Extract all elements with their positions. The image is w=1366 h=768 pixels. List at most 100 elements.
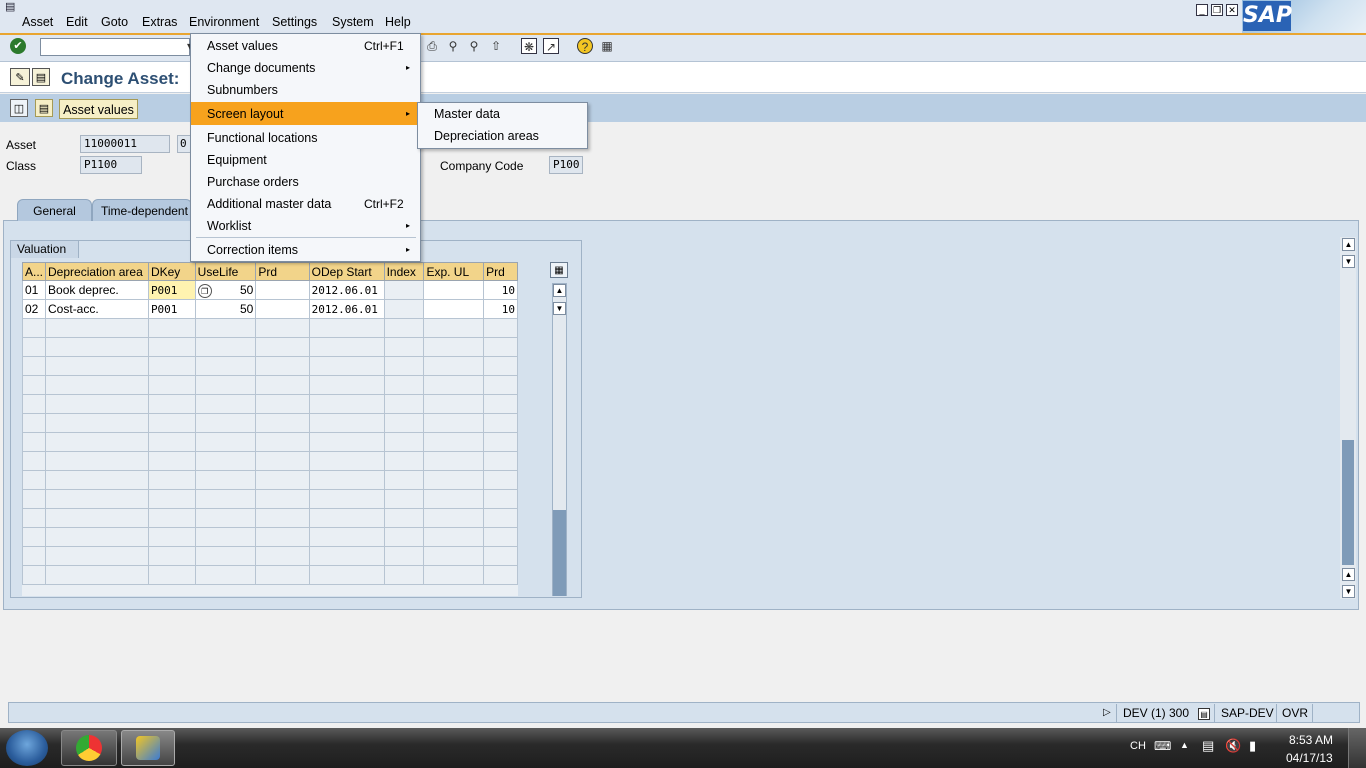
display-change-icon[interactable]: ✎ [10,68,30,86]
index-cell[interactable] [383,299,425,319]
start-button[interactable] [6,730,48,766]
status-expand-icon[interactable]: ▷ [1103,705,1111,721]
menu-item-additional-master-data[interactable]: Additional master data [207,197,331,211]
find-next-icon[interactable]: ⚲ [466,38,482,54]
menu-system[interactable]: System [332,15,374,29]
tab-general[interactable]: General [17,199,92,221]
menu-settings[interactable]: Settings [272,15,317,29]
menu-item-screen-layout[interactable]: Screen layout [207,107,283,121]
scroll-down-icon[interactable]: ▼ [553,302,566,315]
other-asset-icon[interactable]: ◫ [10,99,28,117]
menu-item-change-documents[interactable]: Change documents [207,61,315,75]
system-menu-icon[interactable]: ▤ [5,1,21,13]
screen-scroll-down-icon[interactable]: ▼ [1342,255,1355,268]
column-header[interactable]: ODep Start [308,262,385,281]
find-icon[interactable]: ⚲ [445,38,461,54]
minimize-icon[interactable]: _ [1196,4,1208,16]
taskbar-app-sap[interactable] [121,730,175,766]
menu-environment[interactable]: Environment [189,15,259,29]
period-2-cell[interactable]: 10 [483,280,518,300]
layout-menu-icon[interactable]: ▦ [599,38,615,54]
table-scroll-thumb[interactable] [553,510,566,596]
screen-scroll-thumb[interactable] [1342,440,1354,565]
command-field[interactable] [40,38,190,56]
create-session-icon[interactable]: ❋ [521,38,537,54]
document-icon[interactable]: ▤ [32,68,50,86]
device-icon[interactable]: ▤ [1202,738,1214,754]
tab-time-dependent[interactable]: Time-dependent [92,199,192,221]
period-cell[interactable] [255,280,310,300]
close-icon[interactable]: ✕ [1226,4,1238,16]
asset-subnumber-field[interactable]: 0 [177,135,191,153]
column-header[interactable]: UseLife [194,262,257,281]
menu-extras[interactable]: Extras [142,15,177,29]
menu-goto[interactable]: Goto [101,15,128,29]
uselife-cell[interactable]: 50 [194,299,257,319]
column-header[interactable]: Depreciation area [45,262,149,281]
clock-time[interactable]: 8:53 AM [1289,733,1333,747]
table-row[interactable]: 01 Book deprec. P001 ❐ 50 2012.06.01 10 [22,280,518,300]
show-hidden-icons-icon[interactable]: ▲ [1180,740,1189,750]
column-header[interactable]: Prd [483,262,518,281]
network-icon[interactable]: ▮ [1249,738,1256,754]
empty-cell [147,375,196,395]
master-data-icon[interactable]: ▤ [35,99,53,117]
menu-item-correction-items[interactable]: Correction items [207,243,298,257]
class-field[interactable]: P1100 [80,156,142,174]
print-icon[interactable]: ⎙ [424,38,440,54]
scroll-up-icon[interactable]: ▲ [553,284,566,297]
column-header[interactable]: Prd [255,262,310,281]
restore-icon[interactable]: ❐ [1211,4,1223,16]
empty-cell [255,413,310,433]
dkey-cell[interactable]: P001 [147,299,196,319]
column-header[interactable]: A... [22,262,47,281]
menu-edit[interactable]: Edit [66,15,88,29]
dkey-cell[interactable]: P001 [147,280,196,300]
odep-start-cell[interactable]: 2012.06.01 [308,280,385,300]
table-settings-icon[interactable]: ▦ [550,262,568,278]
column-header[interactable]: DKey [147,262,196,281]
taskbar-app-chrome[interactable] [61,730,117,766]
empty-cell [194,451,257,471]
empty-table-row [22,318,518,338]
menu-item-worklist[interactable]: Worklist [207,219,251,233]
company-code-field[interactable]: P100 [549,156,583,174]
keyboard-icon[interactable]: ⌨ [1154,739,1171,753]
exp-ul-cell[interactable] [423,299,485,319]
uselife-cell[interactable]: ❐ 50 [194,280,257,300]
column-header[interactable]: Index [383,262,425,281]
screen-scroll-up-icon[interactable]: ▲ [1342,568,1355,581]
menu-item-purchase-orders[interactable]: Purchase orders [207,175,299,189]
help-icon[interactable]: ? [577,38,593,54]
menu-help[interactable]: Help [385,15,411,29]
menu-item-subnumbers[interactable]: Subnumbers [207,83,278,97]
volume-muted-icon[interactable]: 🔇 [1225,738,1241,754]
column-header[interactable]: Exp. UL [423,262,485,281]
system-info-icon[interactable]: ▤ [1198,708,1210,720]
menu-item-equipment[interactable]: Equipment [207,153,267,167]
period-cell[interactable] [255,299,310,319]
submenu-item-master-data[interactable]: Master data [434,107,500,121]
index-cell[interactable] [383,280,425,300]
show-desktop-button[interactable] [1348,728,1366,768]
asset-number-field[interactable]: 11000011 [80,135,170,153]
status-divider [1214,704,1215,722]
table-row[interactable]: 02 Cost-acc. P001 50 2012.06.01 10 [22,299,518,319]
period-2-cell[interactable]: 10 [483,299,518,319]
screen-scroll-bottom-icon[interactable]: ▼ [1342,585,1355,598]
menu-item-asset-values[interactable]: Asset values [207,39,278,53]
submenu-item-depreciation-areas[interactable]: Depreciation areas [434,129,539,143]
enter-check-icon[interactable]: ✔ [10,38,26,54]
screen-scroll-top-icon[interactable]: ▲ [1342,238,1355,251]
first-page-icon[interactable]: ⇧ [488,38,504,54]
odep-start-cell[interactable]: 2012.06.01 [308,299,385,319]
f4-help-icon[interactable]: ❐ [197,283,212,298]
menu-asset[interactable]: Asset [22,15,53,29]
shortcut-icon[interactable]: ↗ [543,38,559,54]
ime-indicator[interactable]: CH [1130,740,1146,752]
status-mode[interactable]: OVR [1282,705,1308,721]
asset-values-button[interactable]: Asset values [59,99,138,119]
exp-ul-cell[interactable] [423,280,485,300]
clock-date[interactable]: 04/17/13 [1286,751,1333,765]
menu-item-functional-locations[interactable]: Functional locations [207,131,317,145]
